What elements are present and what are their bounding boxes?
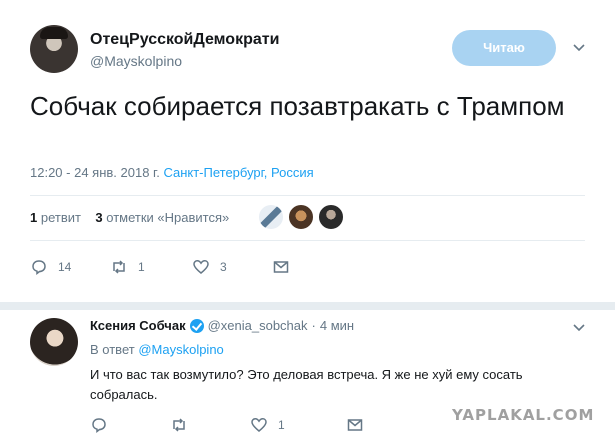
reply-action[interactable]: 14 [30, 257, 71, 277]
divider [30, 240, 585, 241]
tweet-location[interactable]: Санкт-Петербург, Россия [163, 165, 313, 180]
tweet-meta: 12:20 - 24 янв. 2018 г. Санкт-Петербург,… [30, 165, 314, 180]
tweet-actions: 14 1 3 [30, 257, 330, 277]
reply-text: И что вас так возмутило? Это деловая вст… [90, 367, 523, 402]
message-icon [347, 419, 363, 431]
reply-like-count: 1 [278, 418, 285, 432]
like-action[interactable]: 1 [250, 415, 285, 435]
chevron-down-icon[interactable] [573, 42, 585, 54]
reply-time[interactable]: 4 мин [320, 318, 354, 333]
author-avatar[interactable] [30, 25, 78, 73]
watermark: YAPLAKAL.COM [452, 406, 595, 424]
message-action[interactable] [272, 257, 290, 277]
author-handle[interactable]: @Mayskolpino [90, 53, 182, 69]
main-tweet: ОтецРусскойДемократи @Mayskolpino Читаю … [0, 0, 615, 300]
tweet-text: Собчак собирается позавтракать с Трампом [30, 91, 565, 121]
like-action[interactable]: 3 [192, 257, 227, 277]
message-action[interactable] [346, 415, 364, 435]
reply-author-handle[interactable]: @xenia_sobchak [208, 318, 308, 333]
likes-stat[interactable]: 3 отметки «Нравится» [95, 210, 229, 225]
retweets-stat[interactable]: 1 ретвит [30, 210, 81, 225]
reply-actions: 1 [90, 415, 490, 435]
reply-action[interactable] [90, 415, 108, 435]
in-reply-to-handle[interactable]: @Mayskolpino [138, 342, 223, 357]
tweet-stats: 1 ретвит 3 отметки «Нравится» [30, 210, 229, 225]
reply-icon [32, 260, 46, 276]
tweet-timestamp[interactable]: 12:20 - 24 янв. 2018 г. [30, 165, 160, 180]
following-button[interactable]: Читаю [452, 30, 556, 66]
section-separator [0, 302, 615, 310]
retweet-count: 1 [138, 260, 145, 274]
liker-avatar[interactable] [318, 204, 344, 230]
in-reply-to: В ответ @Mayskolpino [90, 342, 224, 357]
liker-avatar[interactable] [288, 204, 314, 230]
heart-icon [193, 260, 209, 274]
divider [30, 195, 585, 196]
message-icon [273, 261, 289, 273]
reply-author-avatar[interactable] [30, 318, 78, 366]
retweet-action[interactable]: 1 [110, 257, 145, 277]
retweet-icon [113, 260, 125, 274]
chevron-down-icon[interactable] [573, 322, 585, 334]
reply-author-name[interactable]: Ксения Собчак [90, 318, 186, 333]
reply-icon [92, 418, 106, 434]
reply-header: Ксения Собчак @xenia_sobchak · 4 мин [90, 318, 354, 333]
heart-icon [251, 418, 267, 432]
author-name[interactable]: ОтецРусскойДемократи [90, 31, 279, 49]
liker-avatar[interactable] [258, 204, 284, 230]
separator-dot: · [311, 318, 316, 333]
reply-count: 14 [58, 260, 72, 274]
retweet-icon [173, 418, 185, 432]
like-count: 3 [220, 260, 227, 274]
retweet-action[interactable] [170, 415, 188, 435]
verified-badge-icon [189, 318, 204, 333]
